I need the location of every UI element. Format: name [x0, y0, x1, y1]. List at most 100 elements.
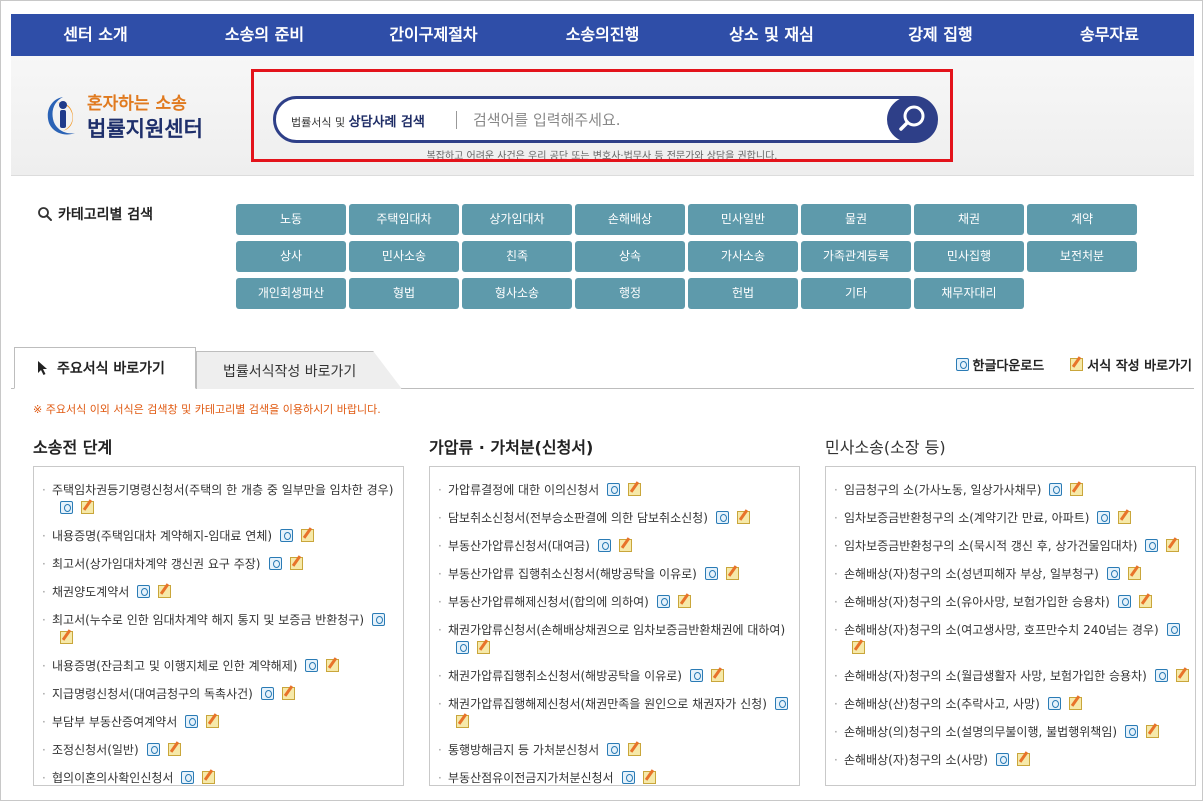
form-link[interactable]: 채권양도계약서: [52, 585, 129, 599]
hwp-download-icon[interactable]: [774, 697, 788, 710]
nav-simple-relief[interactable]: 간이구제절차: [349, 14, 518, 56]
nav-center-intro[interactable]: 센터 소개: [11, 14, 180, 56]
hwp-download-icon[interactable]: [372, 613, 386, 626]
form-link[interactable]: 손해배상(자)청구의 소(월급생활자 사망, 보험가입한 승용차): [844, 669, 1147, 683]
form-edit-icon[interactable]: [167, 743, 181, 756]
form-link[interactable]: 임차보증금반환청구의 소(계약기간 만료, 아파트): [844, 511, 1089, 525]
form-edit-icon[interactable]: [158, 585, 172, 598]
hwp-download-icon[interactable]: [1047, 697, 1061, 710]
hwp-download-icon[interactable]: [995, 753, 1009, 766]
hwp-download-icon[interactable]: [60, 501, 73, 514]
category-button[interactable]: 채무자대리: [914, 278, 1024, 309]
hwp-download-icon[interactable]: [607, 483, 621, 496]
form-link[interactable]: 내용증명(주택임대차 계약해지-임대료 연체): [52, 529, 272, 543]
form-edit-icon[interactable]: [1118, 511, 1132, 524]
category-button[interactable]: 기타: [801, 278, 911, 309]
category-button[interactable]: 상가임대차: [462, 204, 572, 235]
form-link[interactable]: 손해배상(자)청구의 소(성년피해자 부상, 일부청구): [844, 567, 1099, 581]
category-button[interactable]: 보전처분: [1027, 241, 1137, 272]
category-button[interactable]: 상속: [575, 241, 685, 272]
hwp-download-icon[interactable]: [1117, 595, 1131, 608]
form-link[interactable]: 내용증명(잔금최고 및 이행지체로 인한 계약해제): [52, 659, 297, 673]
form-edit-icon[interactable]: [202, 771, 216, 784]
hwp-download-icon[interactable]: [456, 641, 469, 654]
form-link[interactable]: 주택임차권등기명령신청서(주택의 한 개층 중 일부만을 임차한 경우): [52, 483, 393, 497]
form-link[interactable]: 임금청구의 소(가사노동, 일상가사채무): [844, 483, 1041, 497]
hwp-download-icon[interactable]: [146, 743, 160, 756]
form-edit-icon[interactable]: [326, 659, 340, 672]
form-edit-icon[interactable]: [852, 641, 865, 654]
hwp-download-icon[interactable]: [1154, 669, 1168, 682]
form-edit-icon[interactable]: [628, 743, 642, 756]
tab-main-forms[interactable]: 주요서식 바로가기: [14, 347, 196, 389]
form-edit-icon[interactable]: [206, 715, 220, 728]
form-edit-icon[interactable]: [1070, 483, 1084, 496]
form-edit-icon[interactable]: [1016, 753, 1030, 766]
category-button[interactable]: 민사일반: [688, 204, 798, 235]
form-edit-icon[interactable]: [736, 511, 750, 524]
hwp-download-icon[interactable]: [1166, 623, 1180, 636]
form-link[interactable]: 조정신청서(일반): [52, 743, 139, 757]
hwp-download-icon[interactable]: [621, 771, 635, 784]
nav-compulsory-exec[interactable]: 강제 집행: [856, 14, 1025, 56]
category-button[interactable]: 헌법: [688, 278, 798, 309]
form-link[interactable]: 협의이혼의사확인신청서: [52, 771, 173, 785]
form-link[interactable]: 임차보증금반환청구의 소(묵시적 갱신 후, 상가건물임대차): [844, 539, 1137, 553]
form-link[interactable]: 손해배상(자)청구의 소(사망): [844, 753, 988, 767]
form-link[interactable]: 채권가압류집행해제신청서(채권만족을 원인으로 채권자가 신청): [448, 697, 767, 711]
form-edit-icon[interactable]: [281, 687, 295, 700]
form-edit-icon[interactable]: [81, 501, 94, 514]
form-link[interactable]: 부동산가압류해제신청서(합의에 의하여): [448, 595, 649, 609]
form-edit-icon[interactable]: [677, 595, 691, 608]
form-link[interactable]: 채권가압류집행취소신청서(해방공탁을 이유로): [448, 669, 682, 683]
hwp-download-icon[interactable]: [137, 585, 151, 598]
hwp-download-icon[interactable]: [689, 669, 703, 682]
hwp-download-icon[interactable]: [715, 511, 729, 524]
hwp-download-icon[interactable]: [1097, 511, 1111, 524]
form-edit-icon[interactable]: [1127, 567, 1141, 580]
form-link[interactable]: 지급명령신청서(대여금청구의 독촉사건): [52, 687, 253, 701]
hwp-download-icon[interactable]: [704, 567, 718, 580]
form-edit-icon[interactable]: [1068, 697, 1082, 710]
form-edit-icon[interactable]: [1166, 539, 1180, 552]
form-edit-icon[interactable]: [618, 539, 632, 552]
nav-lawsuit-prep[interactable]: 소송의 준비: [180, 14, 349, 56]
form-link[interactable]: 손해배상(의)청구의 소(설명의무불이행, 불법행위책임): [844, 725, 1117, 739]
form-link[interactable]: 통행방해금지 등 가처분신청서: [448, 743, 599, 757]
form-edit-icon[interactable]: [1146, 725, 1160, 738]
form-edit-icon[interactable]: [289, 557, 303, 570]
form-link[interactable]: 부동산가압류신청서(대여금): [448, 539, 590, 553]
form-edit-icon[interactable]: [456, 715, 469, 728]
category-button[interactable]: 가족관계등록: [801, 241, 911, 272]
nav-litigation-data[interactable]: 송무자료: [1025, 14, 1194, 56]
hwp-download-icon[interactable]: [656, 595, 670, 608]
form-edit-icon[interactable]: [710, 669, 724, 682]
hwp-download-icon[interactable]: [1145, 539, 1159, 552]
form-edit-icon[interactable]: [60, 631, 73, 644]
hwp-download-icon[interactable]: [1049, 483, 1063, 496]
category-button[interactable]: 손해배상: [575, 204, 685, 235]
category-button[interactable]: 형법: [349, 278, 459, 309]
form-link[interactable]: 가압류결정에 대한 이의신청서: [448, 483, 599, 497]
nav-appeal-retrial[interactable]: 상소 및 재심: [687, 14, 856, 56]
category-button[interactable]: 민사집행: [914, 241, 1024, 272]
category-button[interactable]: 물권: [801, 204, 911, 235]
category-button[interactable]: 형사소송: [462, 278, 572, 309]
category-button[interactable]: 채권: [914, 204, 1024, 235]
hwp-download-icon[interactable]: [181, 771, 195, 784]
category-button[interactable]: 친족: [462, 241, 572, 272]
form-edit-icon[interactable]: [642, 771, 656, 784]
category-button[interactable]: 민사소송: [349, 241, 459, 272]
category-button[interactable]: 주택임대차: [349, 204, 459, 235]
form-link[interactable]: 손해배상(자)청구의 소(여고생사망, 호프만수치 240넘는 경우): [844, 623, 1159, 637]
search-button[interactable]: [887, 96, 937, 143]
nav-lawsuit-progress[interactable]: 소송의진행: [518, 14, 687, 56]
form-edit-icon[interactable]: [725, 567, 739, 580]
form-edit-icon[interactable]: [301, 529, 315, 542]
form-link[interactable]: 부동산가압류 집행취소신청서(해방공탁을 이유로): [448, 567, 697, 581]
form-link[interactable]: 손해배상(자)청구의 소(유아사망, 보험가입한 승용차): [844, 595, 1110, 609]
category-button[interactable]: 노동: [236, 204, 346, 235]
hwp-download-icon[interactable]: [185, 715, 199, 728]
form-link[interactable]: 담보취소신청서(전부승소판결에 의한 담보취소신청): [448, 511, 708, 525]
hwp-download-icon[interactable]: [607, 743, 621, 756]
